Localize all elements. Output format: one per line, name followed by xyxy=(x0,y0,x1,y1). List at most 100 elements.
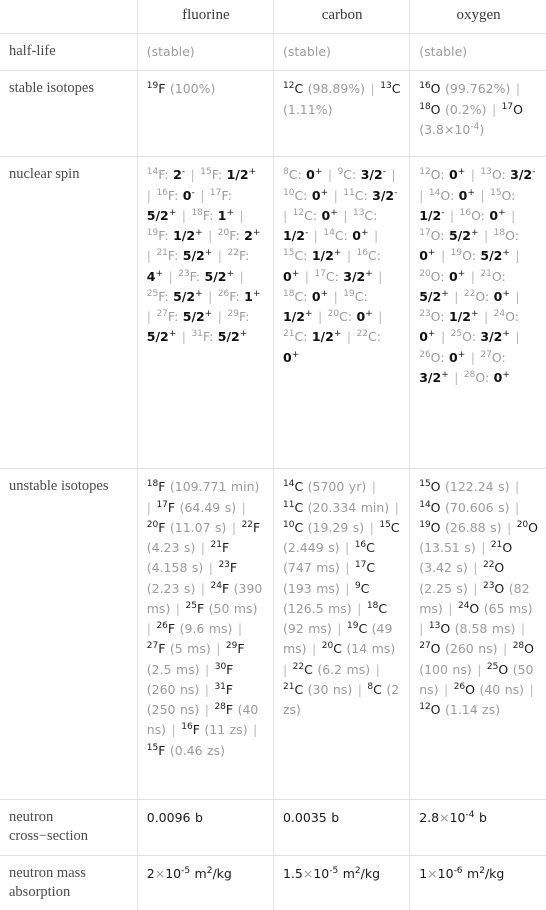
nuclear-spin-entry: 21F: 5/2+ xyxy=(156,248,213,264)
cell-nuclear-spin-fluorine: 14F: 2- | 15F: 1/2+ | 16F: 0- | 17F: 5/2… xyxy=(136,156,274,470)
cell-unstable-isotopes-fluorine: 18F (109.771 min) | 17F (64.49 s) | 20F … xyxy=(136,468,274,801)
cell-neutron-cross-section-oxygen: 2.8×10-4 b xyxy=(409,799,546,856)
unstable-isotope-entry: 27F (5 ms) xyxy=(146,641,211,657)
isotope-separator: | xyxy=(235,268,244,284)
isotope-separator: | xyxy=(475,187,490,203)
nuclear-spin-entry: 26O: 0+ xyxy=(419,349,466,365)
isotope-separator: | xyxy=(449,288,463,304)
isotope-separator: | xyxy=(445,207,459,223)
unstable-isotope-entry: 14C (5700 yr) xyxy=(282,479,367,495)
unstable-isotope-entry: 15O (122.24 s) xyxy=(419,479,510,495)
isotope-separator: | xyxy=(200,681,214,697)
isotope-separator: | xyxy=(466,349,480,365)
isotope-separator: | xyxy=(511,81,521,97)
unstable-isotope-entry: 18F (109.771 min) xyxy=(146,479,260,495)
table-row-unstable-isotopes: unstable isotopes 18F (109.771 min) | 17F… xyxy=(0,468,546,801)
nuclear-spin-entry: 14C: 0+ xyxy=(323,227,369,243)
isotope-separator: | xyxy=(211,641,225,657)
isotope-separator: | xyxy=(369,228,379,243)
isotope-separator: | xyxy=(323,167,337,183)
isotope-separator: | xyxy=(227,519,241,535)
nuclear-spin-entry: 19O: 5/2+ xyxy=(450,248,510,264)
isotope-separator: | xyxy=(390,499,399,515)
isotope-separator: | xyxy=(309,228,323,243)
isotope-separator: | xyxy=(233,621,243,636)
nuclear-spin-entry: 14F: 2- xyxy=(146,167,186,183)
nuclear-spin-entry: 10C: 0+ xyxy=(282,187,329,203)
nuclear-spin-entry: 20C: 0+ xyxy=(327,308,373,324)
isotope-separator: | xyxy=(248,722,258,738)
isotope-separator: | xyxy=(366,81,380,97)
unstable-isotope-entry: 27O (260 ns) xyxy=(419,641,498,657)
nuclear-spin-entry: 28O: 0+ xyxy=(463,369,510,385)
nuclear-spin-entry: 27F: 5/2+ xyxy=(156,308,213,324)
nuclear-spin-entry: 19F: 1/2+ xyxy=(146,227,203,243)
unstable-isotope-entry: 17F (64.49 s) xyxy=(156,499,237,515)
nuclear-spin-entry: 13O: 3/2- xyxy=(480,167,536,183)
isotope-separator: | xyxy=(468,560,482,576)
unstable-isotope-entry: 20C (14 ms) xyxy=(321,641,396,657)
unstable-isotope-entry: 16F (11 zs) xyxy=(181,722,248,738)
isotope-separator: | xyxy=(371,661,380,677)
row-label-unstable-isotopes: unstable isotopes xyxy=(0,468,138,801)
isotope-separator: | xyxy=(439,681,453,697)
nuclear-spin-entry: 12O: 0+ xyxy=(419,167,466,183)
cell-unstable-isotopes-oxygen: 15O (122.24 s) | 14O (70.606 s) | 19O (2… xyxy=(409,468,546,801)
isotope-separator: | xyxy=(195,187,209,203)
isotope-separator: | xyxy=(498,641,512,657)
nuclear-spin-entry: 23F: 5/2+ xyxy=(178,268,235,284)
isotope-separator: | xyxy=(329,187,343,203)
isotope-separator: | xyxy=(386,167,396,183)
column-header-carbon: carbon xyxy=(272,0,411,34)
isotope-separator: | xyxy=(200,702,214,717)
cell-stable-isotopes-oxygen: 16O (99.762%) | 18O (0.2%) | 17O (3.8×10… xyxy=(409,70,546,158)
isotope-separator: | xyxy=(200,661,214,677)
cell-neutron-cross-section-carbon: 0.0035 b xyxy=(272,799,411,856)
nuclear-spin-entry: 20F: 2+ xyxy=(217,227,261,243)
isotope-separator: | xyxy=(177,329,191,345)
isotope-separator: | xyxy=(342,248,356,264)
nuclear-spin-entry: 31F: 5/2+ xyxy=(191,329,248,345)
isotope-separator: | xyxy=(342,329,356,345)
nuclear-spin-entry: 12C: 0+ xyxy=(292,207,338,223)
isotope-separator: | xyxy=(468,580,482,596)
table-row-neutron-mass-absorption: neutron mass absorption 2×10-5 m2/kg 1.5×1… xyxy=(0,854,546,910)
isotope-separator: | xyxy=(164,268,178,284)
cell-neutron-mass-absorption-fluorine: 2×10-5 m2/kg xyxy=(136,854,274,910)
isotope-separator: | xyxy=(365,519,379,535)
isotope-separator: | xyxy=(213,248,227,264)
nuclear-spin-entry: 9C: 3/2- xyxy=(337,167,386,183)
isotope-separator: | xyxy=(466,268,480,284)
unstable-isotope-entry: 25F (50 ms) xyxy=(185,600,258,616)
isotope-separator: | xyxy=(506,207,516,223)
isotope-separator: | xyxy=(177,207,191,223)
nuclear-spin-entry: 25F: 5/2+ xyxy=(146,288,203,304)
isotope-separator: | xyxy=(466,167,480,183)
isotope-separator: | xyxy=(353,681,367,697)
table-row-neutron-cross-section: neutron cross−section 0.0096 b 0.0035 b 2.8… xyxy=(0,799,546,856)
cell-half-life-carbon: (stable) xyxy=(272,32,411,72)
nuclear-spin-entry: 22O: 0+ xyxy=(463,288,510,304)
unstable-isotope-entry: 10C (19.29 s) xyxy=(282,519,365,535)
unstable-isotope-entry: 14O (70.606 s) xyxy=(419,499,510,515)
cell-nuclear-spin-oxygen: 12O: 0+ | 13O: 3/2- | 14O: 0+ | 15O: 1/2… xyxy=(409,156,546,470)
isotope-separator: | xyxy=(510,288,520,304)
nuclear-spin-entry: 17C: 3/2+ xyxy=(314,268,373,284)
column-header-oxygen: oxygen xyxy=(409,0,546,34)
table-corner-cell xyxy=(0,0,138,34)
isotope-separator: | xyxy=(329,288,343,304)
isotope-separator: | xyxy=(186,167,200,183)
isotope-separator: | xyxy=(502,519,516,535)
row-label-neutron-cross-section: neutron cross−section xyxy=(0,799,138,856)
unstable-isotope-entry: 21C (30 ns) xyxy=(282,681,353,697)
isotope-separator: | xyxy=(516,621,526,636)
table-header-row: fluorine carbon oxygen xyxy=(0,0,546,34)
isotope-separator: | xyxy=(510,329,520,345)
table-row-nuclear-spin: nuclear spin 14F: 2- | 15F: 1/2+ | 16F: 0… xyxy=(0,156,546,470)
nuclear-spin-entry: 25O: 3/2+ xyxy=(450,329,510,345)
cell-nuclear-spin-carbon: 8C: 0+ | 9C: 3/2- | 10C: 0+ | 11C: 3/2- … xyxy=(272,156,411,470)
nuclear-spin-entry: 17O: 5/2+ xyxy=(419,227,479,243)
isotope-separator: | xyxy=(510,479,520,495)
unstable-isotope-entry: 12O (1.14 zs) xyxy=(419,701,501,717)
nuclear-spin-entry: 15F: 1/2+ xyxy=(200,167,257,183)
